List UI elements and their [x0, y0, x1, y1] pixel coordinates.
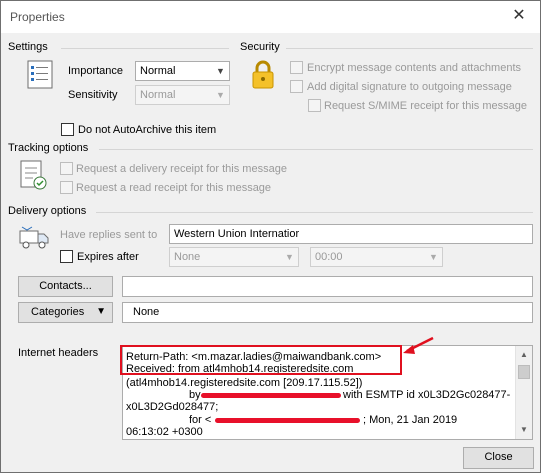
delivery-receipt-checkbox[interactable] — [60, 162, 73, 175]
internet-headers-label: Internet headers — [18, 347, 99, 359]
contacts-button[interactable]: Contacts... — [18, 276, 113, 297]
autoarchive-checkbox[interactable] — [61, 123, 74, 136]
security-divider — [286, 48, 533, 49]
tracking-checklist-icon — [20, 160, 47, 190]
header-line: by — [189, 389, 201, 401]
window-title: Properties — [10, 10, 65, 24]
smime-label: Request S/MIME receipt for this message — [324, 100, 527, 112]
chevron-down-icon: ▼ — [216, 90, 225, 100]
header-line: ; Mon, 21 Jan 2019 — [363, 414, 458, 426]
delivery-truck-icon — [19, 226, 49, 249]
importance-value: Normal — [140, 65, 176, 77]
smime-checkbox[interactable] — [308, 99, 321, 112]
delivery-section-title: Delivery options — [8, 205, 87, 217]
signature-label: Add digital signature to outgoing messag… — [307, 81, 512, 93]
header-line: for < — [189, 414, 212, 426]
contacts-field[interactable] — [122, 276, 533, 297]
encrypt-label: Encrypt message contents and attachments — [307, 62, 522, 74]
expires-checkbox[interactable] — [60, 250, 73, 263]
annotation-arrow-icon — [403, 336, 434, 354]
settings-section-title: Settings — [8, 41, 48, 53]
close-icon[interactable]: ✕ — [508, 5, 530, 27]
tracking-divider — [99, 149, 533, 150]
sensitivity-value: Normal — [140, 89, 176, 101]
scroll-down-icon[interactable]: ▼ — [516, 422, 532, 438]
contacts-button-label: Contacts... — [39, 280, 92, 292]
expires-time-value: 00:00 — [315, 251, 343, 263]
importance-select[interactable]: Normal ▼ — [135, 61, 230, 81]
read-receipt-label: Request a read receipt for this message — [76, 182, 272, 194]
scroll-thumb[interactable] — [518, 365, 530, 379]
sensitivity-label: Sensitivity — [68, 89, 118, 101]
read-receipt-checkbox[interactable] — [60, 181, 73, 194]
chevron-down-icon: ▼ — [429, 252, 438, 262]
expires-date-select[interactable]: None ▼ — [169, 247, 299, 267]
header-line: 06:13:02 +0300 — [126, 426, 203, 438]
delivery-receipt-label: Request a delivery receipt for this mess… — [76, 163, 287, 175]
header-line: x0L3D2Gd028477; — [126, 401, 219, 413]
signature-checkbox[interactable] — [290, 80, 303, 93]
expires-time-select[interactable]: 00:00 ▼ — [310, 247, 443, 267]
header-line: (atl4mhob14.registeredsite.com [209.17.1… — [126, 377, 363, 389]
redaction-mark — [201, 393, 341, 398]
security-section-title: Security — [240, 41, 280, 53]
close-button-label: Close — [484, 451, 513, 463]
settings-document-icon — [27, 60, 53, 89]
importance-label: Importance — [68, 65, 124, 77]
scroll-up-icon[interactable]: ▲ — [516, 347, 532, 363]
expires-date-value: None — [174, 251, 201, 263]
sensitivity-select[interactable]: Normal ▼ — [135, 85, 230, 105]
delivery-divider — [96, 212, 533, 213]
categories-button-label: Categories — [31, 306, 85, 318]
chevron-down-icon: ▼ — [216, 66, 225, 76]
chevron-down-icon: ▼ — [96, 306, 106, 317]
properties-dialog: Properties ✕ Settings Importance Normal … — [0, 0, 541, 473]
lock-icon — [252, 60, 274, 89]
headers-scrollbar[interactable]: ▲ ▼ — [515, 346, 532, 439]
title-bar: Properties ✕ — [1, 1, 540, 33]
replies-label: Have replies sent to — [60, 229, 158, 241]
redaction-mark — [215, 418, 360, 423]
tracking-section-title: Tracking options — [8, 142, 89, 154]
replies-to-field[interactable]: Western Union Internatior — [169, 224, 533, 244]
expires-label: Expires after — [77, 251, 139, 263]
header-line: with ESMTP id x0L3D2Gc028477- — [343, 389, 511, 401]
chevron-down-icon: ▼ — [285, 252, 294, 262]
autoarchive-label: Do not AutoArchive this item — [78, 124, 217, 136]
replies-to-value: Western Union Internatior — [174, 228, 300, 240]
settings-divider — [61, 48, 229, 49]
categories-button[interactable]: Categories ▼ — [18, 302, 113, 323]
encrypt-checkbox[interactable] — [290, 61, 303, 74]
categories-field[interactable]: None — [122, 302, 533, 323]
categories-value: None — [133, 306, 160, 318]
highlight-box — [120, 345, 402, 375]
close-button[interactable]: Close — [463, 447, 534, 469]
